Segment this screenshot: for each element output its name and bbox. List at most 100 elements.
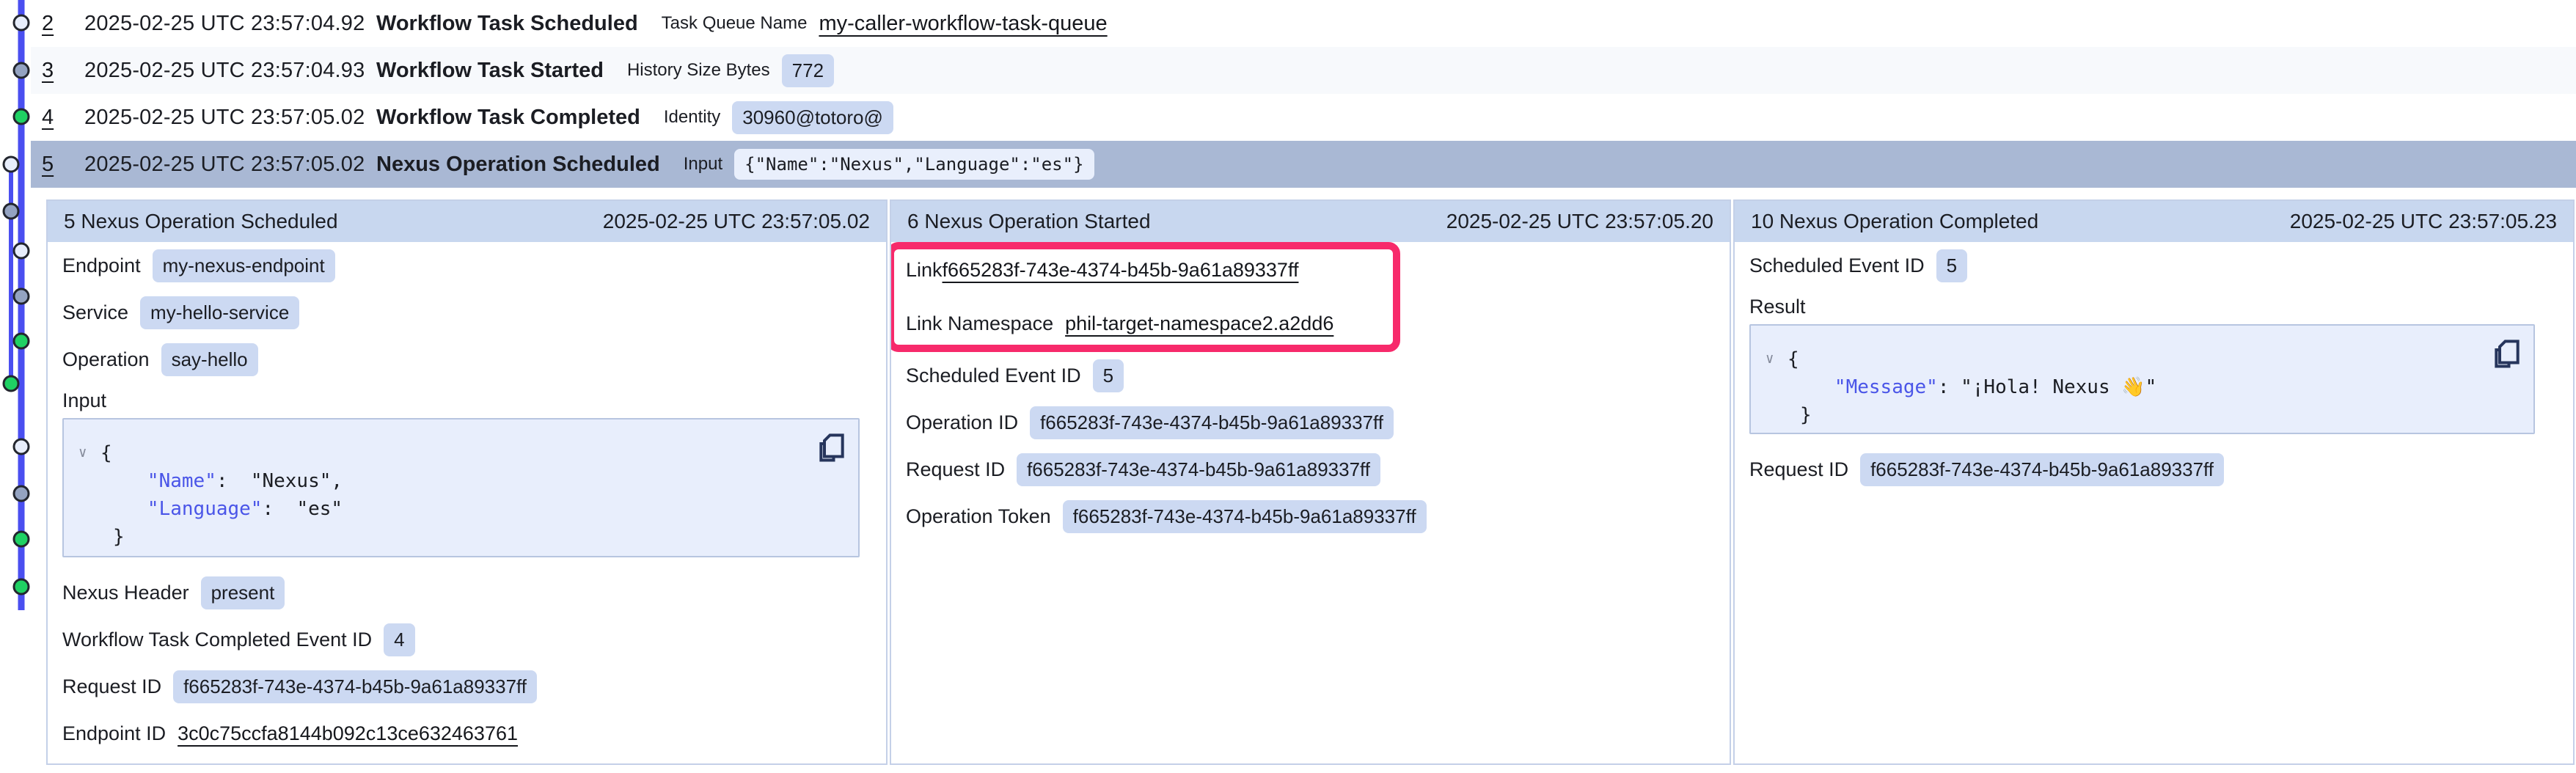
event-status-dot-pending (14, 15, 29, 30)
event-row-5-selected[interactable]: 5 2025-02-25 UTC 23:57:05.02 Nexus Opera… (31, 141, 2576, 188)
field-value-badge: f665283f-743e-4374-b45b-9a61a89337ff (1860, 453, 2224, 486)
task-queue-link[interactable]: my-caller-workflow-task-queue (819, 12, 1107, 36)
link-value-link[interactable]: f665283f-743e-4374-b45b-9a61a89337ff (943, 259, 1299, 282)
panel-header: 5 Nexus Operation Scheduled 2025-02-25 U… (48, 201, 886, 242)
collapse-chevron-icon[interactable]: ∨ (78, 439, 100, 466)
field-value-badge: 4 (384, 623, 414, 656)
field-value-badge: f665283f-743e-4374-b45b-9a61a89337ff (1017, 453, 1380, 486)
json-close-brace: } (1800, 404, 1812, 426)
input-section-label: Input (62, 383, 871, 418)
field-operation-token: Operation Token f665283f-743e-4374-b45b-… (906, 493, 1715, 540)
panel-nexus-operation-scheduled: 5 Nexus Operation Scheduled 2025-02-25 U… (46, 199, 888, 765)
event-status-dot-completed (14, 532, 29, 546)
event-history-list: 2 2025-02-25 UTC 23:57:04.92 Workflow Ta… (31, 0, 2576, 188)
field-label: Link (906, 259, 943, 282)
event-status-dot-pending (14, 243, 29, 258)
event-timestamp: 2025-02-25 UTC 23:57:05.02 (84, 106, 376, 130)
field-scheduled-event-id: Scheduled Event ID 5 (906, 352, 1715, 399)
field-service: Service my-hello-service (62, 289, 871, 336)
input-json-viewer: ∨{ "Name": "Nexus", "Language": "es" } (62, 418, 860, 557)
json-colon: : (216, 470, 251, 492)
panel-title: 10 Nexus Operation Completed (1751, 210, 2038, 233)
copy-icon[interactable] (2492, 337, 2522, 370)
event-timestamp: 2025-02-25 UTC 23:57:05.02 (84, 153, 376, 177)
field-value-badge: 5 (1936, 249, 1967, 282)
workflow-history-view: { "colors": { "selected_row_bg": "#a9b8d… (0, 0, 2576, 773)
json-key: "Name" (147, 470, 216, 492)
field-endpoint-id: Endpoint ID 3c0c75ccfa8144b092c13ce63246… (62, 710, 871, 757)
field-label: Link Namespace (906, 312, 1053, 335)
event-status-dot-pending (4, 157, 18, 172)
event-status-dot-started (14, 289, 29, 304)
history-size-badge: 772 (782, 54, 834, 87)
json-key: "Message" (1834, 376, 1938, 398)
field-value-badge: 5 (1093, 359, 1124, 392)
field-link: Link f665283f-743e-4374-b45b-9a61a89337f… (906, 243, 1715, 297)
field-nexus-header: Nexus Header present (62, 569, 871, 616)
json-colon: : (262, 498, 296, 520)
field-label: Scheduled Event ID (906, 364, 1081, 387)
field-label: Request ID (906, 458, 1005, 481)
collapse-chevron-icon[interactable]: ∨ (1765, 345, 1788, 373)
panel-header: 6 Nexus Operation Started 2025-02-25 UTC… (891, 201, 1730, 242)
event-status-dot-completed (14, 334, 29, 348)
event-meta-label: Task Queue Name (662, 13, 808, 34)
event-row-2[interactable]: 2 2025-02-25 UTC 23:57:04.92 Workflow Ta… (31, 0, 2576, 47)
panel-header: 10 Nexus Operation Completed 2025-02-25 … (1735, 201, 2573, 242)
field-link-namespace: Link Namespace phil-target-namespace2.a2… (906, 297, 1715, 351)
panel-title: 5 Nexus Operation Scheduled (64, 210, 338, 233)
field-label: Operation Token (906, 505, 1051, 528)
field-label: Request ID (62, 675, 161, 698)
field-request-id: Request ID f665283f-743e-4374-b45b-9a61a… (62, 663, 871, 710)
json-value: "es" (296, 498, 343, 520)
field-label: Operation (62, 348, 150, 371)
json-close-brace: } (113, 526, 125, 548)
input-payload-badge: {"Name":"Nexus","Language":"es"} (734, 149, 1094, 180)
panel-title: 6 Nexus Operation Started (907, 210, 1151, 233)
event-row-3[interactable]: 3 2025-02-25 UTC 23:57:04.93 Workflow Ta… (31, 47, 2576, 94)
identity-badge: 30960@totoro@ (732, 101, 893, 134)
endpoint-id-link[interactable]: 3c0c75ccfa8144b092c13ce632463761 (178, 722, 518, 745)
event-detail-panels: 5 Nexus Operation Scheduled 2025-02-25 U… (46, 199, 2575, 765)
field-workflow-task-completed-event-id: Workflow Task Completed Event ID 4 (62, 616, 871, 663)
json-key: "Language" (147, 498, 263, 520)
json-value: "¡Hola! Nexus 👋" (1961, 376, 2156, 398)
event-meta-label: Identity (664, 107, 720, 128)
event-row-4[interactable]: 4 2025-02-25 UTC 23:57:05.02 Workflow Ta… (31, 94, 2576, 141)
field-label: Operation ID (906, 411, 1018, 434)
field-operation-id: Operation ID f665283f-743e-4374-b45b-9a6… (906, 399, 1715, 446)
json-open-brace: { (100, 442, 112, 464)
event-timestamp: 2025-02-25 UTC 23:57:04.93 (84, 59, 376, 83)
event-meta-label: History Size Bytes (627, 60, 770, 81)
json-colon: : (1938, 376, 1961, 398)
event-status-dot-started (4, 204, 18, 219)
field-request-id: Request ID f665283f-743e-4374-b45b-9a61a… (906, 446, 1715, 493)
field-value-badge: f665283f-743e-4374-b45b-9a61a89337ff (1063, 500, 1427, 533)
field-scheduled-event-id: Scheduled Event ID 5 (1749, 242, 2558, 289)
field-value-badge: f665283f-743e-4374-b45b-9a61a89337ff (173, 670, 537, 703)
panel-nexus-operation-completed: 10 Nexus Operation Completed 2025-02-25 … (1733, 199, 2575, 765)
link-namespace-link[interactable]: phil-target-namespace2.a2dd6 (1065, 312, 1333, 335)
field-value-badge: f665283f-743e-4374-b45b-9a61a89337ff (1030, 406, 1394, 439)
event-status-dot-pending (14, 439, 29, 454)
event-type-label: Workflow Task Started (376, 59, 604, 83)
field-value-badge: my-hello-service (140, 296, 299, 329)
field-endpoint: Endpoint my-nexus-endpoint (62, 242, 871, 289)
field-value-badge: my-nexus-endpoint (153, 249, 335, 282)
field-label: Nexus Header (62, 582, 189, 604)
event-type-label: Workflow Task Completed (376, 106, 640, 130)
event-meta-label: Input (684, 154, 722, 175)
event-type-label: Nexus Operation Scheduled (376, 153, 660, 177)
event-status-dot-started (14, 486, 29, 501)
panel-body: Link f665283f-743e-4374-b45b-9a61a89337f… (891, 242, 1730, 763)
panel-timestamp: 2025-02-25 UTC 23:57:05.20 (1446, 210, 1713, 233)
event-timeline-graph (0, 0, 45, 773)
copy-icon[interactable] (817, 431, 846, 464)
field-label: Scheduled Event ID (1749, 254, 1925, 277)
event-timestamp: 2025-02-25 UTC 23:57:04.92 (84, 12, 376, 36)
field-request-id: Request ID f665283f-743e-4374-b45b-9a61a… (1749, 446, 2558, 493)
event-status-dot-started (14, 63, 29, 78)
field-label: Service (62, 301, 128, 324)
event-type-label: Workflow Task Scheduled (376, 12, 638, 36)
event-status-dot-completed (14, 109, 29, 124)
